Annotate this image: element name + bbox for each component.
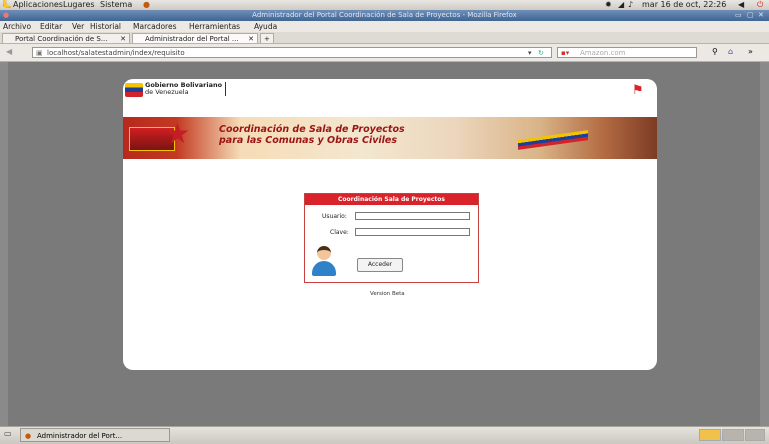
tab-close-icon[interactable]: ✕ xyxy=(120,34,126,43)
menu-aplicaciones[interactable]: Aplicaciones xyxy=(13,0,63,10)
minimize-icon[interactable]: ▭ xyxy=(735,10,742,21)
username-input[interactable] xyxy=(355,212,470,220)
menu-historial[interactable]: Historial xyxy=(90,21,121,32)
page-container: Gobierno Bolivariano de Venezuela ⚑ ★ Co… xyxy=(123,79,657,370)
menu-lugares[interactable]: Lugares xyxy=(63,0,95,10)
search-engine-icon[interactable]: ▪▾ xyxy=(561,48,569,59)
sound-icon[interactable]: ◀ xyxy=(738,0,744,10)
tab-administrador[interactable]: Administrador del Portal ... ✕ xyxy=(132,33,258,43)
banner-title-line1: Coordinación de Sala de Proyectos xyxy=(219,124,405,135)
back-icon[interactable]: ◀ xyxy=(6,47,12,56)
banner: ★ Coordinación de Sala de Proyectos para… xyxy=(123,117,657,159)
search-placeholder: Amazon.com xyxy=(580,49,626,57)
menu-marcadores[interactable]: Marcadores xyxy=(133,21,177,32)
power-icon[interactable]: ⏻ xyxy=(757,0,763,10)
banner-title: Coordinación de Sala de Proyectos para l… xyxy=(219,124,405,146)
foot-menu-icon[interactable]: 🦶 xyxy=(2,0,12,10)
url-text: localhost/salatestadmin/index/requisito xyxy=(47,49,185,57)
binoculars-icon[interactable]: ⚲ xyxy=(712,47,718,56)
volume-icon[interactable]: ♪ xyxy=(628,0,633,10)
network-icon[interactable]: ◢ xyxy=(618,0,624,10)
clock[interactable]: mar 16 de oct, 22:26 xyxy=(642,0,726,10)
url-bar[interactable]: ▣ localhost/salatestadmin/index/requisit… xyxy=(32,47,552,58)
flag-graphic xyxy=(518,130,588,150)
taskbar-window-label: Administrador del Port... xyxy=(37,432,123,440)
new-tab-button[interactable]: + xyxy=(260,33,274,43)
workspace-1[interactable] xyxy=(699,429,721,441)
submit-button[interactable]: Acceder xyxy=(357,258,403,272)
toolbar-overflow-icon[interactable]: » xyxy=(748,47,753,56)
flag-ribbon-icon: ⚑ xyxy=(632,83,644,98)
menu-herramientas[interactable]: Herramientas xyxy=(189,21,240,32)
gov-logo-line2: de Venezuela xyxy=(145,88,189,96)
banner-title-line2: para las Comunas y Obras Civiles xyxy=(219,135,398,146)
tab-label: Administrador del Portal ... xyxy=(145,35,239,43)
maximize-icon[interactable]: ▢ xyxy=(747,10,754,21)
username-label: Usuario: xyxy=(322,213,347,220)
password-label: Clave: xyxy=(330,229,349,236)
taskbar-window-button[interactable]: ● Administrador del Port... xyxy=(20,428,170,442)
menubar: Archivo Editar Ver Historial Marcadores … xyxy=(0,21,769,32)
gov-flag-logo xyxy=(125,83,143,97)
close-icon[interactable]: ✕ xyxy=(758,10,764,21)
password-input[interactable] xyxy=(355,228,470,236)
menu-sistema[interactable]: Sistema xyxy=(100,0,132,10)
window-menu-icon[interactable]: ● xyxy=(3,10,9,21)
window-titlebar: ● Administrador del Portal Coordinación … xyxy=(0,10,769,21)
menu-archivo[interactable]: Archivo xyxy=(3,21,31,32)
reload-icon[interactable]: ↻ xyxy=(538,48,544,59)
workspace-3[interactable] xyxy=(745,429,765,441)
tab-bar: Portal Coordinación de S... ✕ Administra… xyxy=(0,32,769,44)
search-input[interactable]: ▪▾ Amazon.com xyxy=(557,47,697,58)
login-form: Coordinación Sala de Proyectos Usuario: … xyxy=(304,193,479,283)
tab-portal[interactable]: Portal Coordinación de S... ✕ xyxy=(2,33,130,43)
menu-ver[interactable]: Ver xyxy=(72,21,84,32)
show-desktop-icon[interactable]: ▭ xyxy=(4,429,12,438)
workspace-2[interactable] xyxy=(722,429,744,441)
firefox-launcher-icon[interactable]: ● xyxy=(143,0,150,10)
window-title: Administrador del Portal Coordinación de… xyxy=(252,11,517,19)
tab-close-icon[interactable]: ✕ xyxy=(248,34,254,43)
menu-ayuda[interactable]: Ayuda xyxy=(254,21,277,32)
version-text: Version Beta xyxy=(370,291,405,297)
tab-label: Portal Coordinación de S... xyxy=(15,35,108,43)
login-heading: Coordinación Sala de Proyectos xyxy=(305,194,478,205)
menu-editar[interactable]: Editar xyxy=(40,21,62,32)
gov-logo-text: Gobierno Bolivariano de Venezuela xyxy=(145,82,227,96)
url-dropdown-icon[interactable]: ▾ xyxy=(528,48,532,59)
update-icon[interactable]: ✹ xyxy=(605,0,612,10)
firefox-icon: ● xyxy=(25,432,32,440)
bottom-panel: ▭ ● Administrador del Port... xyxy=(0,426,769,444)
star-logo: ★ xyxy=(165,117,191,150)
user-avatar-icon xyxy=(311,246,337,278)
site-identity-icon[interactable]: ▣ xyxy=(36,48,43,59)
home-icon[interactable]: ⌂ xyxy=(728,47,733,56)
